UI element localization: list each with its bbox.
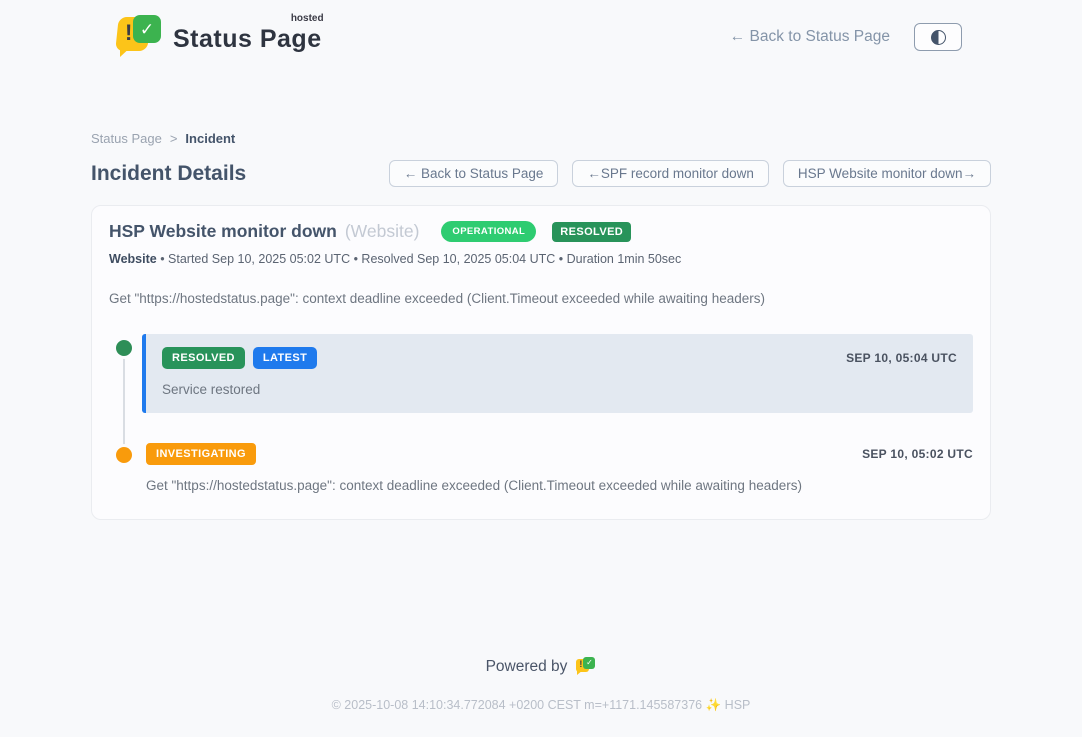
theme-toggle-button[interactable] [914,23,962,51]
operational-status-badge: OPERATIONAL [441,221,536,242]
header: ! ✓ Status Page hosted ← Back to Status … [0,0,1082,69]
hsp-logo-icon: ! ✓ [576,657,596,676]
incident-meta: Website • Started Sep 10, 2025 05:02 UTC… [109,252,973,266]
timeline-timestamp: SEP 10, 05:02 UTC [862,447,973,461]
breadcrumb-current: Incident [185,131,235,146]
sparkle-icon: ✨ [706,698,722,712]
incident-description: Get "https://hostedstatus.page": context… [109,291,973,306]
mini-logo-tail [577,670,583,675]
page-title: Incident Details [91,162,246,186]
copyright-line: © 2025-10-08 14:10:34.772084 +0200 CEST … [0,698,1082,713]
checkmark-icon: ✓ [140,21,154,38]
breadcrumb-root[interactable]: Status Page [91,131,162,146]
timeline-timestamp: SEP 10, 05:04 UTC [846,351,957,365]
resolved-status-badge: RESOLVED [552,222,631,242]
next-incident-button[interactable]: HSP Website monitor down→ [783,160,991,187]
prev-incident-button[interactable]: ←SPF record monitor down [572,160,769,187]
contrast-icon [931,30,946,45]
footer: Powered by ! ✓ © 2025-10-08 14:10:34.772… [0,657,1082,737]
status-page: ! ✓ Status Page hosted ← Back to Status … [0,0,1082,737]
title-row: Incident Details ← Back to Status Page ←… [91,160,991,187]
mini-logo-green: ✓ [583,657,595,669]
investigating-dot-icon [116,447,132,463]
latest-badge: LATEST [253,347,317,369]
app-logo[interactable]: ! ✓ Status Page hosted [117,15,322,59]
powered-by-link[interactable]: Powered by ! ✓ [486,657,597,676]
timeline-entry-head: RESOLVED LATEST SEP 10, 05:04 UTC [162,347,957,369]
resolved-badge: RESOLVED [162,347,245,369]
timeline-message: Get "https://hostedstatus.page": context… [146,478,973,493]
mini-exclamation-icon: ! [579,660,582,669]
incident-component: (Website) [345,221,420,242]
timeline-badges: RESOLVED LATEST [162,347,846,369]
copyright-text: © 2025-10-08 14:10:34.772084 +0200 CEST … [332,698,703,712]
timeline-entry: INVESTIGATING SEP 10, 05:02 UTC Get "htt… [109,441,973,493]
mini-checkmark-icon: ✓ [586,659,593,667]
header-right: ← Back to Status Page [730,23,962,51]
logo-green-square: ✓ [133,15,161,43]
timeline-entry-head: INVESTIGATING SEP 10, 05:02 UTC [146,443,973,465]
main-content: Status Page > Incident Incident Details … [91,131,991,520]
status-page-logo-icon: ! ✓ [117,15,163,59]
exclamation-icon: ! [125,20,132,46]
back-to-status-page-button[interactable]: ← Back to Status Page [389,160,559,187]
resolved-dot-icon [116,340,132,356]
incident-nav-buttons: ← Back to Status Page ←SPF record monito… [389,160,991,187]
timeline-entry-body-investigating: INVESTIGATING SEP 10, 05:02 UTC Get "htt… [142,441,973,493]
logo-bubble-tail [120,45,133,57]
brand-wrap: Status Page hosted [173,15,322,54]
breadcrumb: Status Page > Incident [91,131,991,146]
brand-superscript: hosted [291,13,324,24]
timeline-badges: INVESTIGATING [146,443,862,465]
brand-name: Status Page [173,25,322,53]
timeline-message: Service restored [162,382,957,397]
header-back-link[interactable]: ← Back to Status Page [730,28,890,46]
incident-card: HSP Website monitor down (Website) OPERA… [91,205,991,520]
timeline-entry: RESOLVED LATEST SEP 10, 05:04 UTC Servic… [109,334,973,413]
breadcrumb-separator: > [170,131,178,146]
timeline-entry-body-latest: RESOLVED LATEST SEP 10, 05:04 UTC Servic… [142,334,973,413]
copyright-suffix: HSP [725,698,751,712]
incident-timeline: RESOLVED LATEST SEP 10, 05:04 UTC Servic… [109,334,973,493]
meta-component-name: Website [109,252,157,266]
meta-details: • Started Sep 10, 2025 05:02 UTC • Resol… [160,252,681,266]
incident-title: HSP Website monitor down [109,221,337,242]
incident-title-row: HSP Website monitor down (Website) OPERA… [109,221,973,242]
powered-by-label: Powered by [486,658,568,676]
investigating-badge: INVESTIGATING [146,443,256,465]
